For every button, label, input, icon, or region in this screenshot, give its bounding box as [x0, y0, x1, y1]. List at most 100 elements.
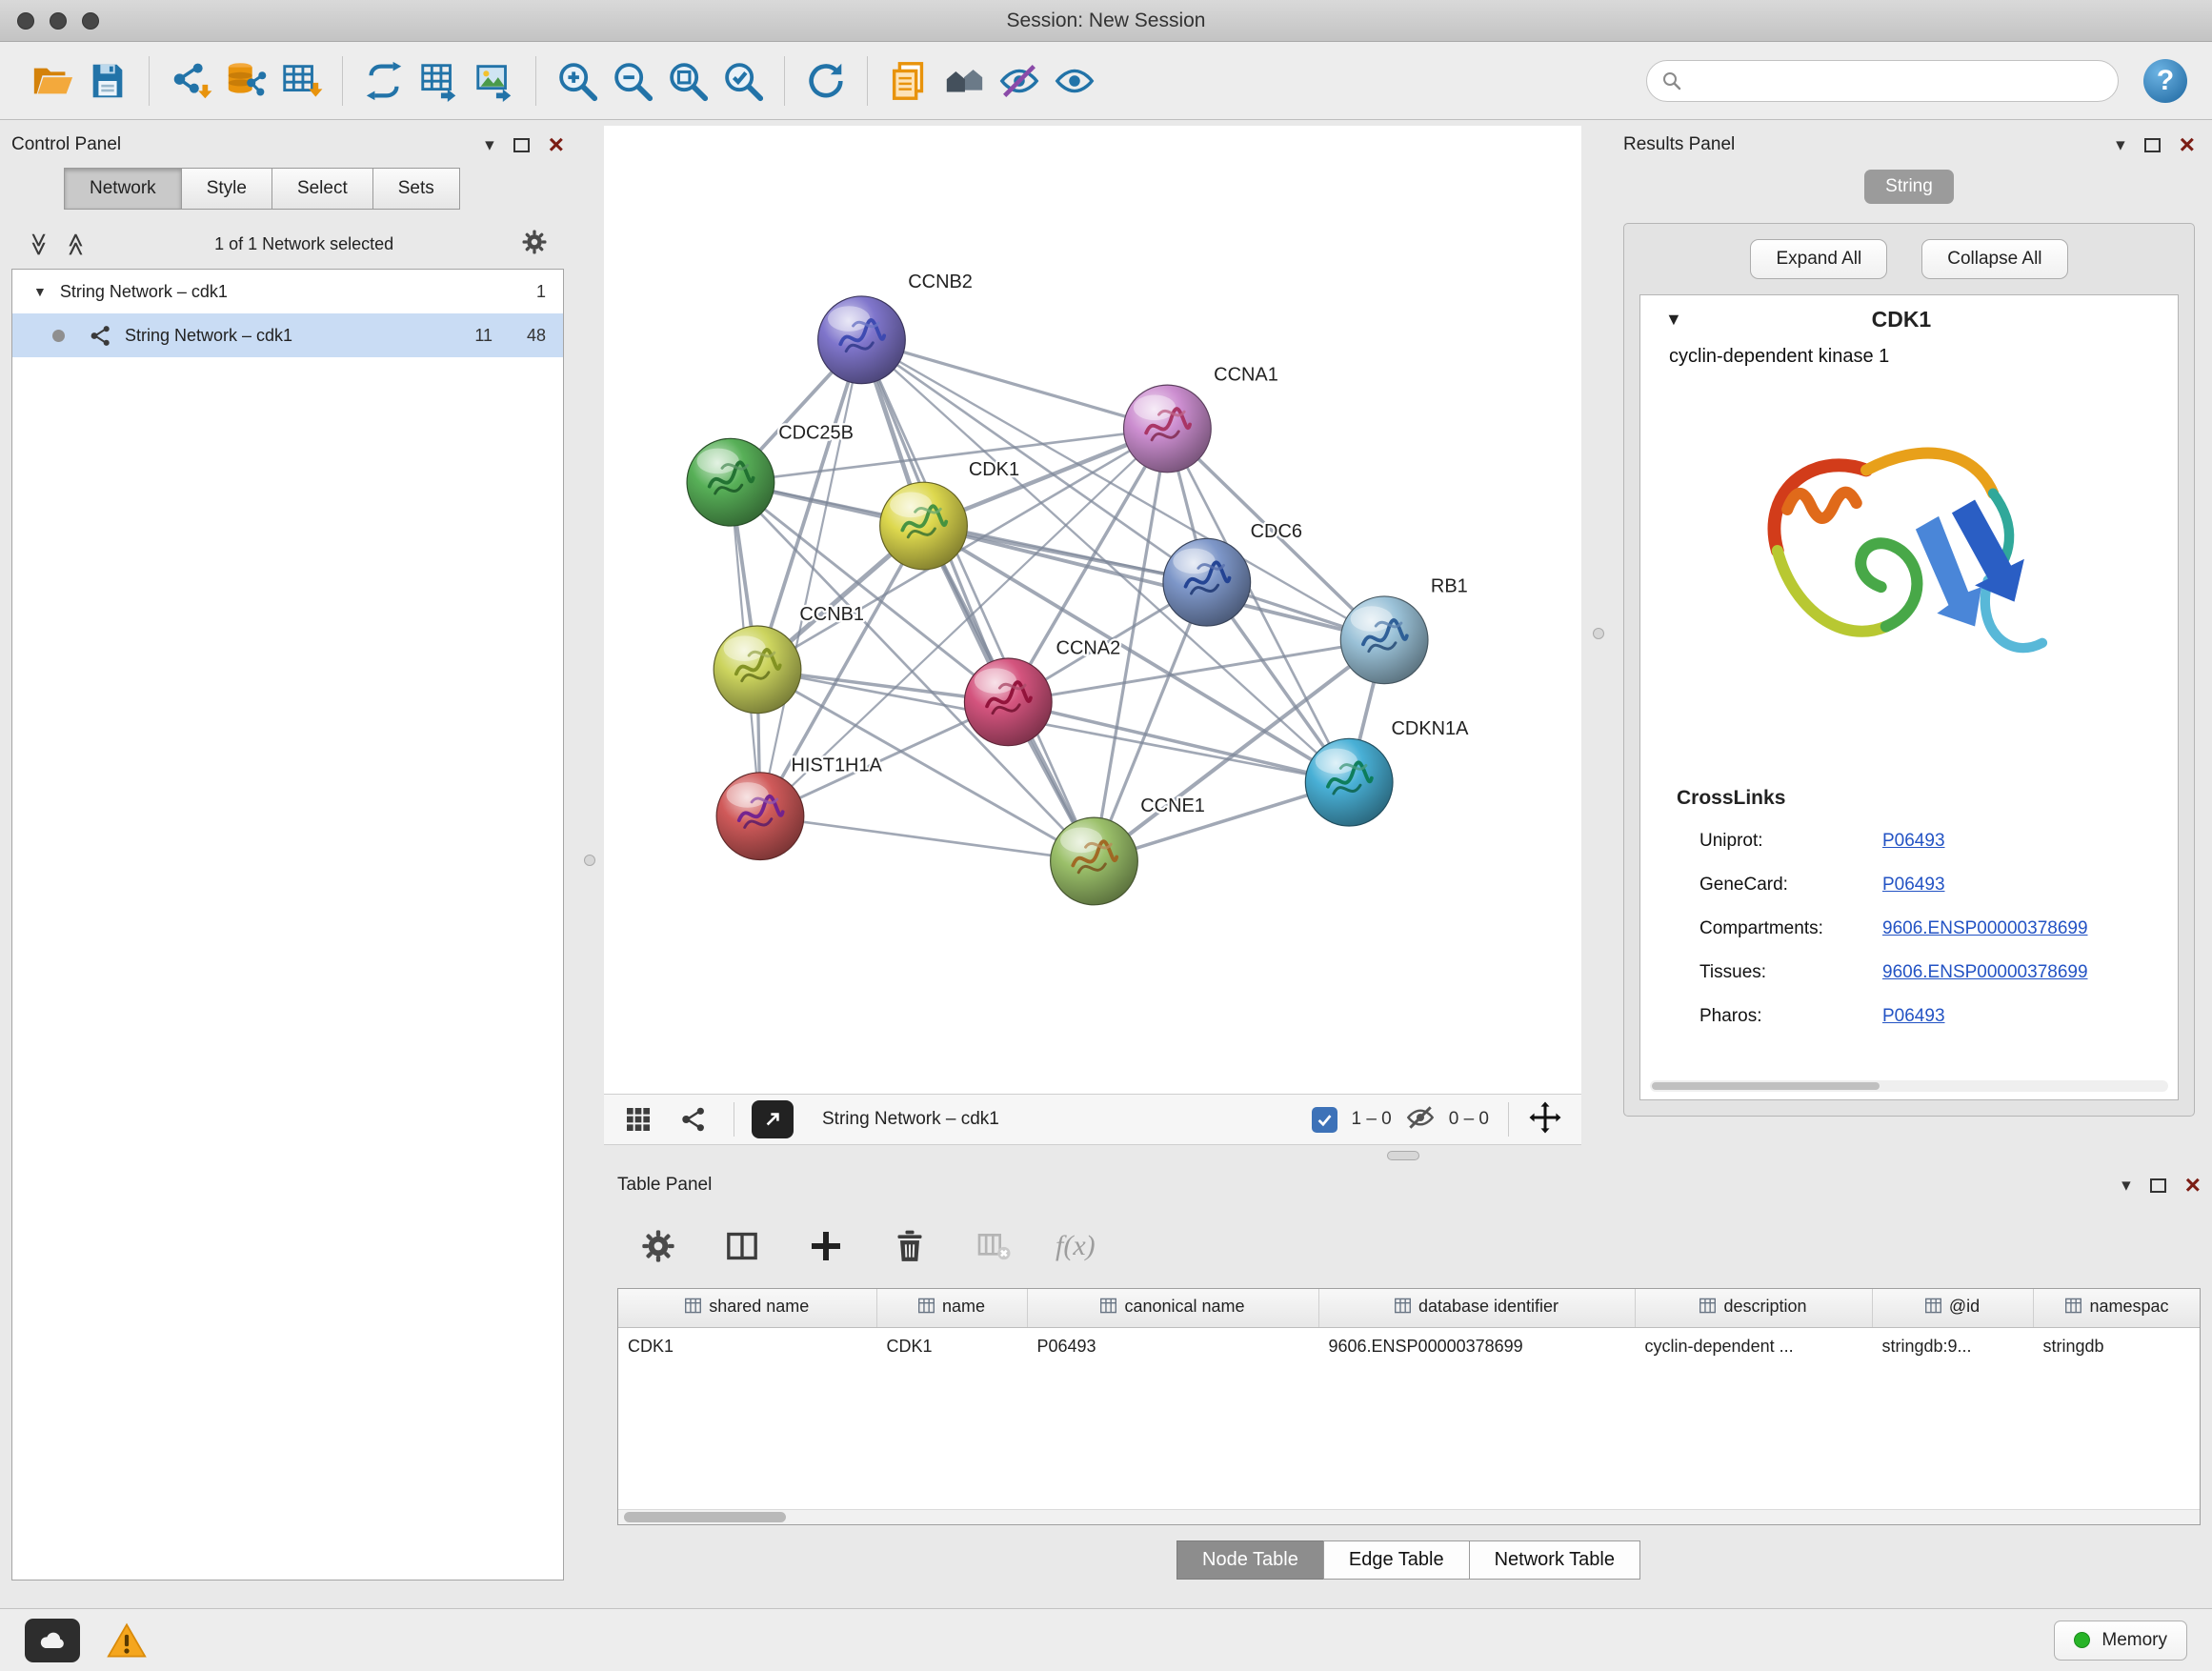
network-row-selected[interactable]: String Network – cdk1 11 48	[12, 313, 563, 357]
network-type-button[interactable]	[678, 1104, 709, 1135]
cell-database-identifier[interactable]: 9606.ENSP00000378699	[1318, 1327, 1635, 1365]
table-panel-float-button[interactable]: ▾	[2122, 1177, 2131, 1195]
tab-node-table[interactable]: Node Table	[1176, 1540, 1324, 1580]
string-results-tab[interactable]: String	[1864, 170, 1954, 204]
trash-icon	[891, 1227, 929, 1265]
table-panel-close-button[interactable]: ×	[2185, 1172, 2201, 1198]
export-table-button[interactable]	[412, 53, 467, 109]
import-table-button[interactable]	[273, 53, 329, 109]
cell-namespace[interactable]: stringdb	[2033, 1327, 2201, 1365]
cell-id[interactable]: stringdb:9...	[1872, 1327, 2033, 1365]
network-node-CDC6	[1163, 538, 1251, 626]
expand-all-networks-icon[interactable]: ≫	[62, 232, 90, 255]
create-column-button[interactable]	[804, 1224, 848, 1268]
network-options-button[interactable]	[520, 228, 549, 261]
import-table-icon	[279, 59, 323, 103]
right-splitter-handle[interactable]	[1593, 628, 1604, 639]
column-header[interactable]: canonical name	[1027, 1289, 1318, 1327]
collapse-all-networks-icon[interactable]: ≫	[25, 232, 52, 255]
results-panel-maximize-button[interactable]	[2144, 138, 2161, 152]
expand-all-button[interactable]: Expand All	[1750, 239, 1887, 279]
clone-document-button[interactable]	[881, 53, 936, 109]
memory-button[interactable]: Memory	[2054, 1621, 2187, 1661]
genecard-link[interactable]: P06493	[1882, 875, 1945, 896]
collection-label: String Network – cdk1	[60, 282, 228, 302]
gene-card-hscrollbar[interactable]	[1650, 1080, 2168, 1092]
column-type-icon	[1100, 1298, 1116, 1319]
column-header[interactable]: @id	[1872, 1289, 2033, 1327]
collapse-all-button[interactable]: Collapse All	[1921, 239, 2067, 279]
pan-mode-button[interactable]	[1528, 1100, 1562, 1139]
column-header[interactable]: shared name	[618, 1289, 876, 1327]
results-panel-close-button[interactable]: ×	[2180, 131, 2195, 158]
left-splitter-handle[interactable]	[584, 855, 595, 866]
tab-network-table[interactable]: Network Table	[1469, 1540, 1640, 1580]
import-network-database-button[interactable]	[218, 53, 273, 109]
help-button[interactable]: ?	[2143, 59, 2187, 103]
birdseye-view-button[interactable]	[623, 1104, 654, 1135]
table-row[interactable]: CDK1 CDK1 P06493 9606.ENSP00000378699 cy…	[618, 1327, 2201, 1365]
tissues-link[interactable]: 9606.ENSP00000378699	[1882, 962, 2088, 983]
control-panel-maximize-button[interactable]	[513, 138, 530, 152]
column-header[interactable]: description	[1635, 1289, 1872, 1327]
grid-view-icon	[623, 1104, 654, 1135]
warning-icon	[107, 1621, 147, 1661]
column-header[interactable]: database identifier	[1318, 1289, 1635, 1327]
crosslink-label: Uniprot:	[1699, 831, 1882, 852]
pharos-link[interactable]: P06493	[1882, 1006, 1945, 1027]
column-type-icon	[918, 1298, 935, 1319]
clone-network-button[interactable]	[356, 53, 412, 109]
network-collection-row[interactable]: ▼ String Network – cdk1 1	[12, 270, 563, 313]
uniprot-link[interactable]: P06493	[1882, 831, 1945, 852]
zoom-out-icon	[611, 59, 654, 103]
first-neighbors-button[interactable]	[936, 53, 992, 109]
zoom-out-button[interactable]	[605, 53, 660, 109]
cloud-sync-button[interactable]	[25, 1619, 80, 1662]
table-panel-maximize-button[interactable]	[2150, 1178, 2166, 1193]
scrollbar-thumb[interactable]	[624, 1512, 786, 1522]
cell-shared-name[interactable]: CDK1	[618, 1327, 876, 1365]
table-options-button[interactable]	[636, 1224, 680, 1268]
column-header[interactable]: namespac	[2033, 1289, 2201, 1327]
control-panel-float-button[interactable]: ▾	[485, 136, 494, 154]
open-in-new-window-button[interactable]	[752, 1100, 794, 1138]
collection-expander-icon[interactable]: ▼	[33, 284, 47, 299]
export-image-button[interactable]	[467, 53, 522, 109]
open-session-button[interactable]	[25, 53, 80, 109]
zoom-selected-button[interactable]	[715, 53, 771, 109]
crosslink-row: Uniprot: P06493	[1640, 819, 2178, 863]
search-box[interactable]	[1646, 60, 2119, 102]
zoom-in-button[interactable]	[550, 53, 605, 109]
cell-description[interactable]: cyclin-dependent ...	[1635, 1327, 1872, 1365]
selected-indicator-checkbox[interactable]	[1312, 1107, 1337, 1133]
search-input[interactable]	[1691, 70, 2104, 91]
zoom-fit-button[interactable]	[660, 53, 715, 109]
refresh-layout-button[interactable]	[798, 53, 854, 109]
delete-column-button[interactable]	[888, 1224, 932, 1268]
cell-canonical-name[interactable]: P06493	[1027, 1327, 1318, 1365]
cell-name[interactable]: CDK1	[876, 1327, 1027, 1365]
tab-select[interactable]: Select	[271, 168, 373, 210]
network-status-dot	[52, 330, 65, 342]
import-network-file-button[interactable]	[163, 53, 218, 109]
function-builder-button[interactable]: f(x)	[1056, 1230, 1096, 1262]
show-all-button[interactable]	[1047, 53, 1102, 109]
network-canvas[interactable]: CCNB2CCNA1CDC25BCDK1CDC6RB1CCNB1CCNA2CDK…	[604, 126, 1581, 1094]
hide-selected-button[interactable]	[992, 53, 1047, 109]
table-hscrollbar[interactable]	[618, 1509, 2200, 1524]
compartments-link[interactable]: 9606.ENSP00000378699	[1882, 918, 2088, 939]
column-header[interactable]: name	[876, 1289, 1027, 1327]
tab-sets[interactable]: Sets	[372, 168, 460, 210]
control-panel-close-button[interactable]: ×	[549, 131, 564, 158]
gene-card-expander-icon[interactable]: ▼	[1665, 310, 1682, 330]
results-panel-float-button[interactable]: ▾	[2116, 136, 2125, 154]
table-panel-tabs: Node Table Edge Table Network Table	[617, 1540, 2201, 1580]
tab-network[interactable]: Network	[64, 168, 182, 210]
horizontal-splitter-handle[interactable]	[1387, 1151, 1419, 1160]
save-session-button[interactable]	[80, 53, 135, 109]
edge-count: 48	[493, 326, 546, 346]
warnings-button[interactable]	[107, 1621, 147, 1661]
tab-edge-table[interactable]: Edge Table	[1323, 1540, 1470, 1580]
show-columns-button[interactable]	[720, 1224, 764, 1268]
tab-style[interactable]: Style	[181, 168, 272, 210]
